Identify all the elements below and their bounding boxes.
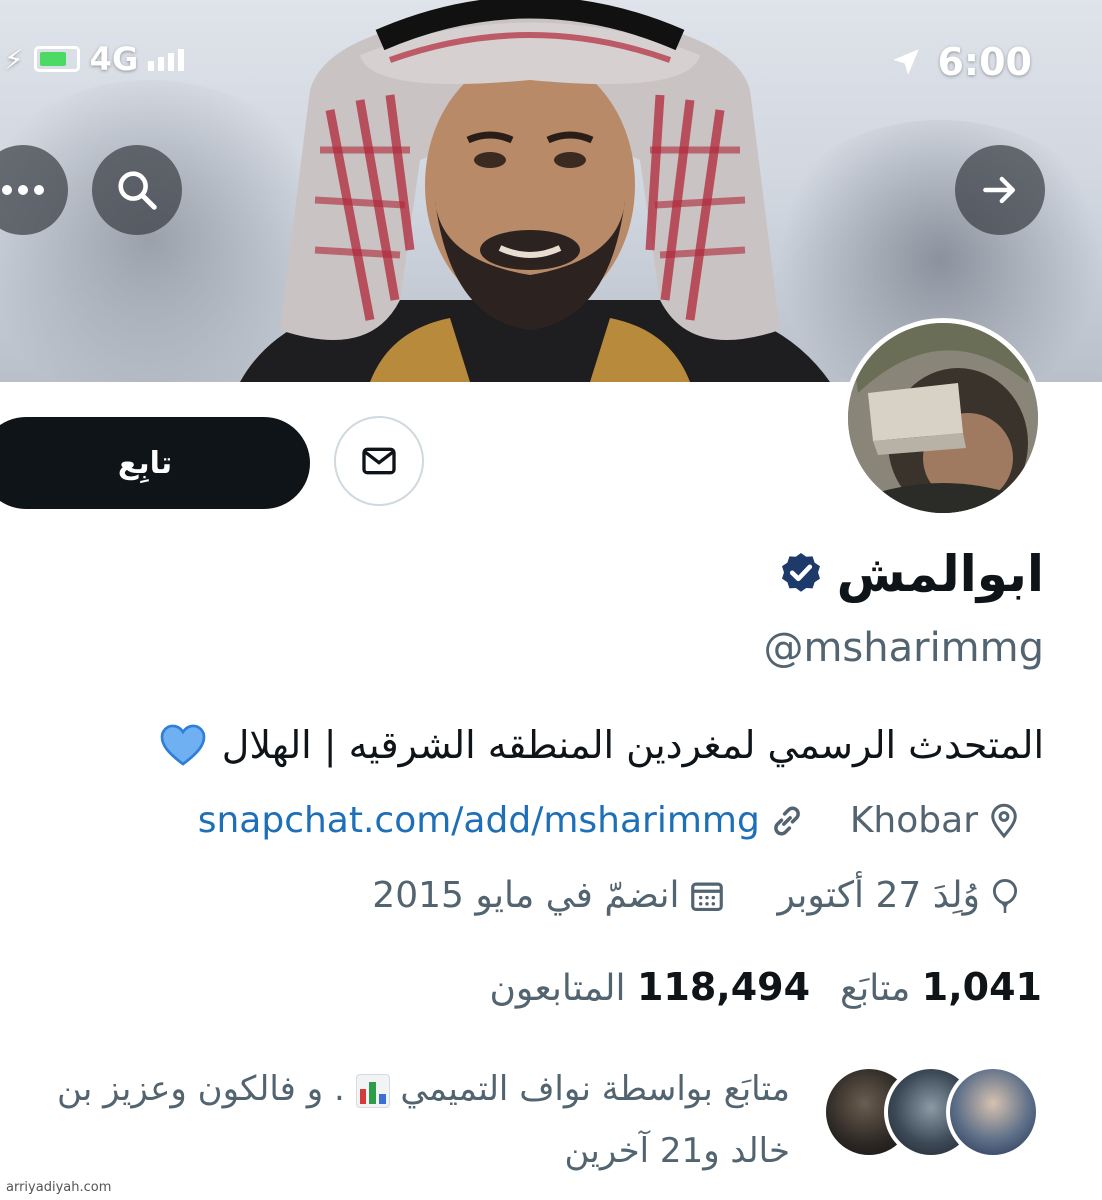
search-button[interactable] [92,145,182,235]
display-name: ابوالمش [836,545,1044,603]
profile-name-row: ابوالمش [777,545,1044,603]
charging-icon: ⚡ [4,42,24,76]
avatar-image [848,323,1038,513]
followed-by-text[interactable]: متابَع بواسطة نواف التميمي . و فالكون وع… [30,1058,790,1182]
joined-item: انضمّ في مايو 2015 [372,875,725,916]
more-dots-icon [2,185,44,195]
location-text: Khobar [849,800,978,841]
location-pin-icon [991,803,1017,838]
birthday-text: وُلِدَ 27 أكتوبر [777,875,980,916]
status-bar-right: 6:00 [889,40,1032,84]
back-button[interactable] [955,145,1045,235]
followers-stat[interactable]: 118,494 المتابعون [489,965,810,1009]
following-label: متابَع [840,968,911,1009]
profile-handle: @msharimmg [763,625,1044,671]
following-count: 1,041 [921,965,1042,1009]
verified-badge-icon[interactable] [777,550,825,598]
profile-bio: المتحدث الرسمي لمغردين المنطقه الشرقيه |… [160,723,1044,767]
joined-text: انضمّ في مايو 2015 [372,875,680,916]
message-button[interactable] [334,416,424,506]
profile-stats: 1,041 متابَع 118,494 المتابعون [489,965,1042,1009]
bio-text: المتحدث الرسمي لمغردين المنطقه الشرقيه |… [221,723,1044,767]
watermark: arriyadiyah.com [6,1180,112,1195]
bar-chart-emoji-icon [355,1073,390,1108]
status-bar-left: ⚡ 4G [4,40,185,78]
blue-heart-icon [160,724,206,766]
arrow-right-icon [983,176,1016,204]
envelope-icon [362,447,396,475]
signal-bars-icon [148,47,185,71]
calendar-icon [690,882,723,911]
followed-by-part-1: متابَع بواسطة نواف التميمي [400,1069,790,1109]
search-icon [118,171,157,210]
profile-avatar[interactable] [843,318,1043,518]
banner-portrait-image [240,0,830,382]
profile-meta-line-1: Khobar snapchat.com/add/msharimmg [198,800,1022,841]
balloon-icon [992,878,1018,913]
location-item: Khobar [850,800,1022,841]
location-arrow-icon [893,49,920,75]
follow-button[interactable]: تابِع [0,417,310,509]
link-icon [773,806,800,835]
website-item[interactable]: snapchat.com/add/msharimmg [198,800,806,841]
website-link[interactable]: snapchat.com/add/msharimmg [198,800,760,841]
followers-count: 118,494 [636,965,811,1009]
followed-by-avatars[interactable] [822,1062,1042,1162]
followers-label: المتابعون [489,968,626,1009]
network-type: 4G [89,40,139,78]
birthday-item: وُلِدَ 27 أكتوبر [778,875,1022,916]
battery-icon [33,46,80,72]
status-time: 6:00 [937,40,1032,84]
following-stat[interactable]: 1,041 متابَع [840,965,1042,1009]
profile-meta-line-2: وُلِدَ 27 أكتوبر انضمّ في مايو 2015 [372,875,1022,916]
follower-avatar [946,1065,1040,1159]
